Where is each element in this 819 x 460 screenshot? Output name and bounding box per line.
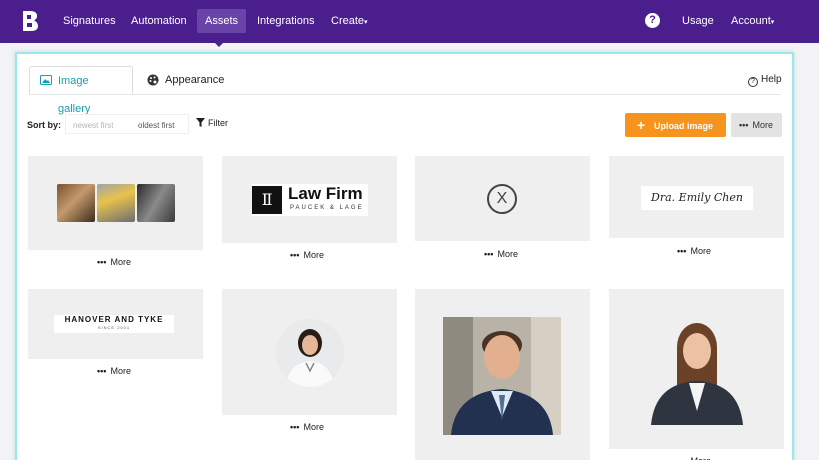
- office-photo-thumbnail: [57, 184, 95, 222]
- card-more-label: More: [690, 246, 711, 256]
- law-firm-title: Law Firm: [288, 184, 363, 203]
- card-more-label: More: [110, 257, 131, 267]
- sort-toggle: newest first oldest first: [65, 114, 189, 134]
- x-logo-icon: X: [487, 184, 517, 214]
- caret-down-icon: ▾: [770, 19, 775, 26]
- help-circle-icon[interactable]: ?: [645, 13, 660, 28]
- nav-signatures[interactable]: Signatures: [55, 9, 124, 33]
- help-link[interactable]: ? Help: [748, 74, 782, 87]
- card-more-label: More: [303, 422, 324, 432]
- gallery-card[interactable]: [415, 289, 590, 460]
- card-more-link[interactable]: •••More: [290, 422, 324, 432]
- upload-image-label: Upload image: [654, 121, 714, 131]
- card-more-link[interactable]: ••• More: [677, 456, 711, 460]
- gallery-card[interactable]: HANOVER AND TYKE SINCE 2001: [28, 289, 203, 359]
- filter-label: Filter: [208, 118, 228, 128]
- caret-down-icon: ▾: [364, 19, 368, 26]
- top-nav: Signatures Automation Assets Integration…: [0, 0, 819, 43]
- image-icon: [40, 75, 52, 85]
- tab-image-gallery[interactable]: Image gallery: [29, 66, 133, 115]
- nav-assets[interactable]: Assets: [197, 9, 247, 33]
- card-more-link[interactable]: •••More: [97, 366, 131, 376]
- card-more-label: More: [303, 250, 324, 260]
- plus-icon: +: [637, 117, 646, 133]
- card-more-link[interactable]: •••More: [97, 257, 131, 267]
- card-more-link[interactable]: •••More: [677, 246, 711, 256]
- filter-icon: [196, 118, 205, 127]
- nav-integrations[interactable]: Integrations: [249, 9, 322, 33]
- ellipsis-icon: •••: [290, 250, 300, 260]
- nav-account-label: Account: [731, 15, 771, 27]
- card-more-label: More: [110, 366, 131, 376]
- hanover-title: HANOVER AND TYKE: [64, 315, 164, 324]
- more-button[interactable]: ••• More: [731, 113, 782, 137]
- ellipsis-icon: •••: [739, 120, 749, 130]
- ellipsis-icon: •••: [290, 422, 300, 432]
- gallery-card[interactable]: [28, 156, 203, 250]
- nav-usage[interactable]: Usage: [674, 9, 722, 33]
- nav-account[interactable]: Account▾: [723, 9, 782, 33]
- gallery-card[interactable]: [609, 289, 784, 449]
- ellipsis-icon: •••: [677, 456, 686, 460]
- woman-portrait-image: [651, 323, 743, 425]
- tab-image-gallery-label: Image gallery: [58, 75, 91, 115]
- tab-divider: [29, 94, 781, 95]
- nav-create-label: Create: [331, 15, 365, 27]
- signature-image: Dra. Emily Chen: [641, 186, 753, 210]
- tab-appearance-label: Appearance: [165, 74, 225, 86]
- sort-newest-first[interactable]: newest first: [73, 121, 113, 130]
- tab-appearance[interactable]: Appearance: [137, 66, 234, 94]
- sort-oldest-first[interactable]: oldest first: [138, 121, 174, 130]
- hanover-subtitle: SINCE 2001: [97, 325, 131, 330]
- nav-automation[interactable]: Automation: [123, 9, 195, 33]
- card-more-label: More: [497, 249, 518, 259]
- gallery-card[interactable]: [222, 289, 397, 415]
- nav-create[interactable]: Create▾: [323, 9, 376, 33]
- sort-label: Sort by:: [27, 120, 62, 130]
- card-more-label: More: [690, 456, 711, 460]
- palette-icon: [147, 74, 159, 86]
- ellipsis-icon: •••: [484, 249, 494, 259]
- ellipsis-icon: •••: [97, 257, 107, 267]
- gallery-card[interactable]: X: [415, 156, 590, 241]
- more-label: More: [752, 120, 773, 130]
- filter-button[interactable]: Filter: [196, 118, 228, 128]
- ellipsis-icon: •••: [677, 246, 687, 256]
- logo-icon[interactable]: [21, 10, 39, 32]
- ellipsis-icon: •••: [97, 366, 107, 376]
- gallery-card[interactable]: Dra. Emily Chen: [609, 156, 784, 238]
- workers-photo-thumbnail: [97, 184, 135, 222]
- gallery-card[interactable]: Ⅱ Law Firm PAUCEK & LAGE: [222, 156, 397, 243]
- question-icon: ?: [748, 77, 758, 87]
- active-nav-pointer: [214, 42, 224, 47]
- help-label: Help: [761, 74, 782, 85]
- letters-photo-thumbnail: [137, 184, 175, 222]
- law-firm-subtitle: PAUCEK & LAGE: [290, 205, 364, 211]
- pillar-icon: Ⅱ: [252, 186, 282, 214]
- card-more-link[interactable]: •••More: [484, 249, 518, 259]
- doctor-portrait-image: [276, 319, 344, 387]
- man-portrait-image: [443, 317, 561, 435]
- law-firm-logo: Ⅱ Law Firm PAUCEK & LAGE: [252, 184, 368, 216]
- assets-panel: Image gallery Appearance ? Help Sort by: …: [15, 52, 794, 460]
- hanover-logo: HANOVER AND TYKE SINCE 2001: [54, 315, 174, 333]
- upload-image-button[interactable]: + Upload image: [625, 113, 726, 137]
- card-more-link[interactable]: •••More: [290, 250, 324, 260]
